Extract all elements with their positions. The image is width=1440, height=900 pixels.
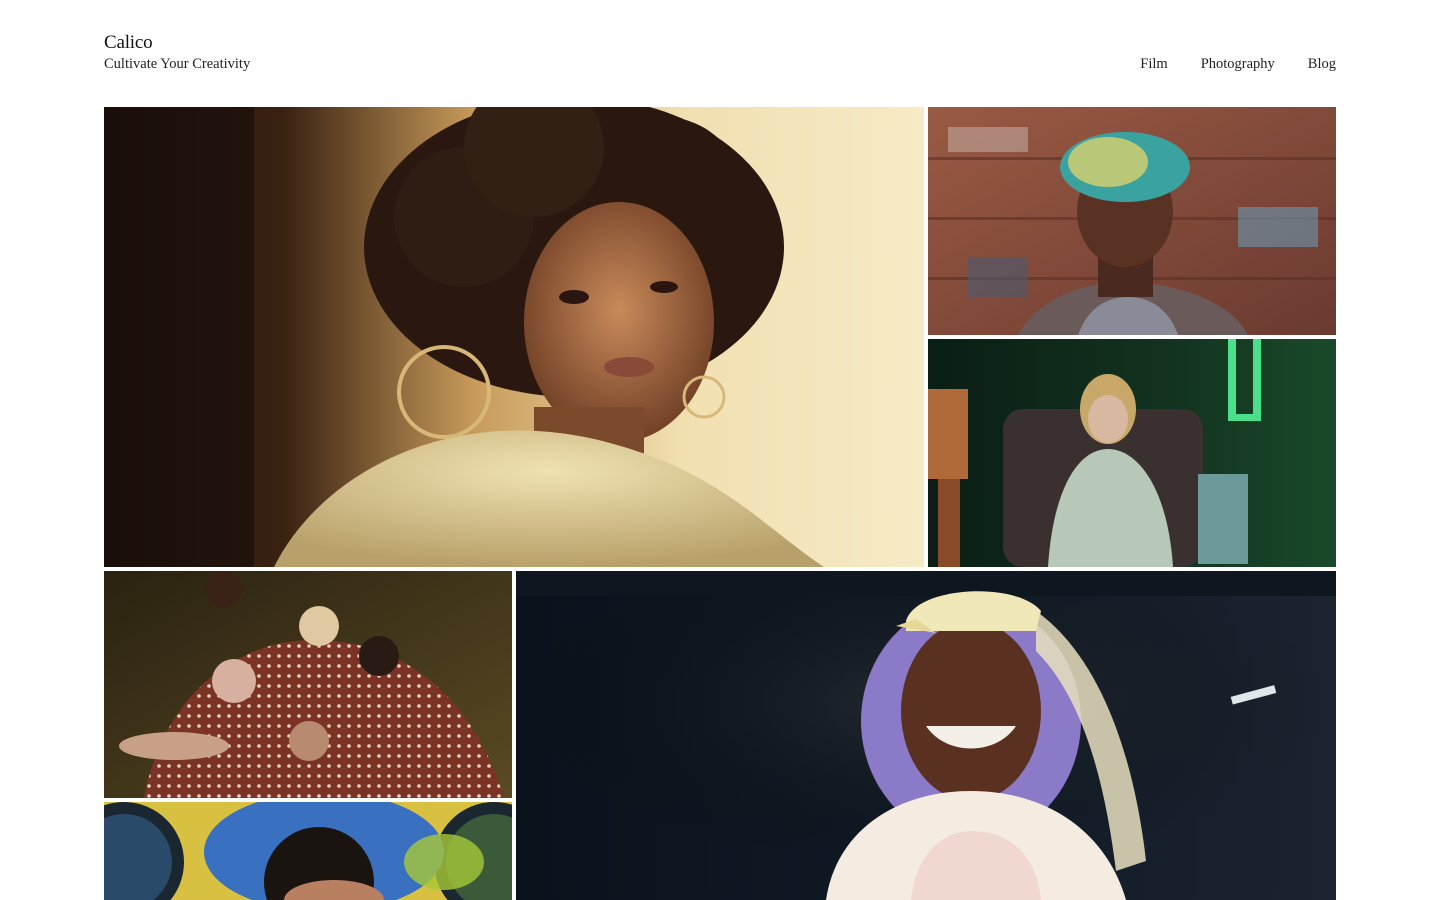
nav-item-photography[interactable]: Photography: [1201, 54, 1275, 74]
portrait-woman-image: [104, 107, 924, 567]
gallery-tile-portrait-man[interactable]: [928, 107, 1336, 335]
gallery-tile-laundromat[interactable]: [104, 802, 512, 900]
smiling-woman-image: [516, 571, 1336, 900]
nav-item-film[interactable]: Film: [1140, 54, 1167, 74]
site-tagline: Cultivate Your Creativity: [104, 56, 251, 72]
gallery-tile-woman-armchair[interactable]: [928, 339, 1336, 567]
brand: Calico Cultivate Your Creativity: [104, 32, 250, 74]
portrait-man-image: [928, 107, 1336, 335]
site-header: Calico Cultivate Your Creativity Film Ph…: [104, 32, 1336, 82]
site-title[interactable]: Calico: [104, 32, 250, 54]
nav-item-blog[interactable]: Blog: [1308, 54, 1336, 74]
woman-armchair-image: [928, 339, 1336, 567]
laundromat-image: [104, 802, 512, 900]
group-image: [104, 571, 512, 798]
gallery-tile-smiling-woman[interactable]: [516, 571, 1336, 900]
gallery-tile-group[interactable]: [104, 571, 512, 798]
gallery-tile-portrait-woman[interactable]: [104, 107, 924, 567]
main-nav: Film Photography Blog: [1140, 54, 1336, 74]
